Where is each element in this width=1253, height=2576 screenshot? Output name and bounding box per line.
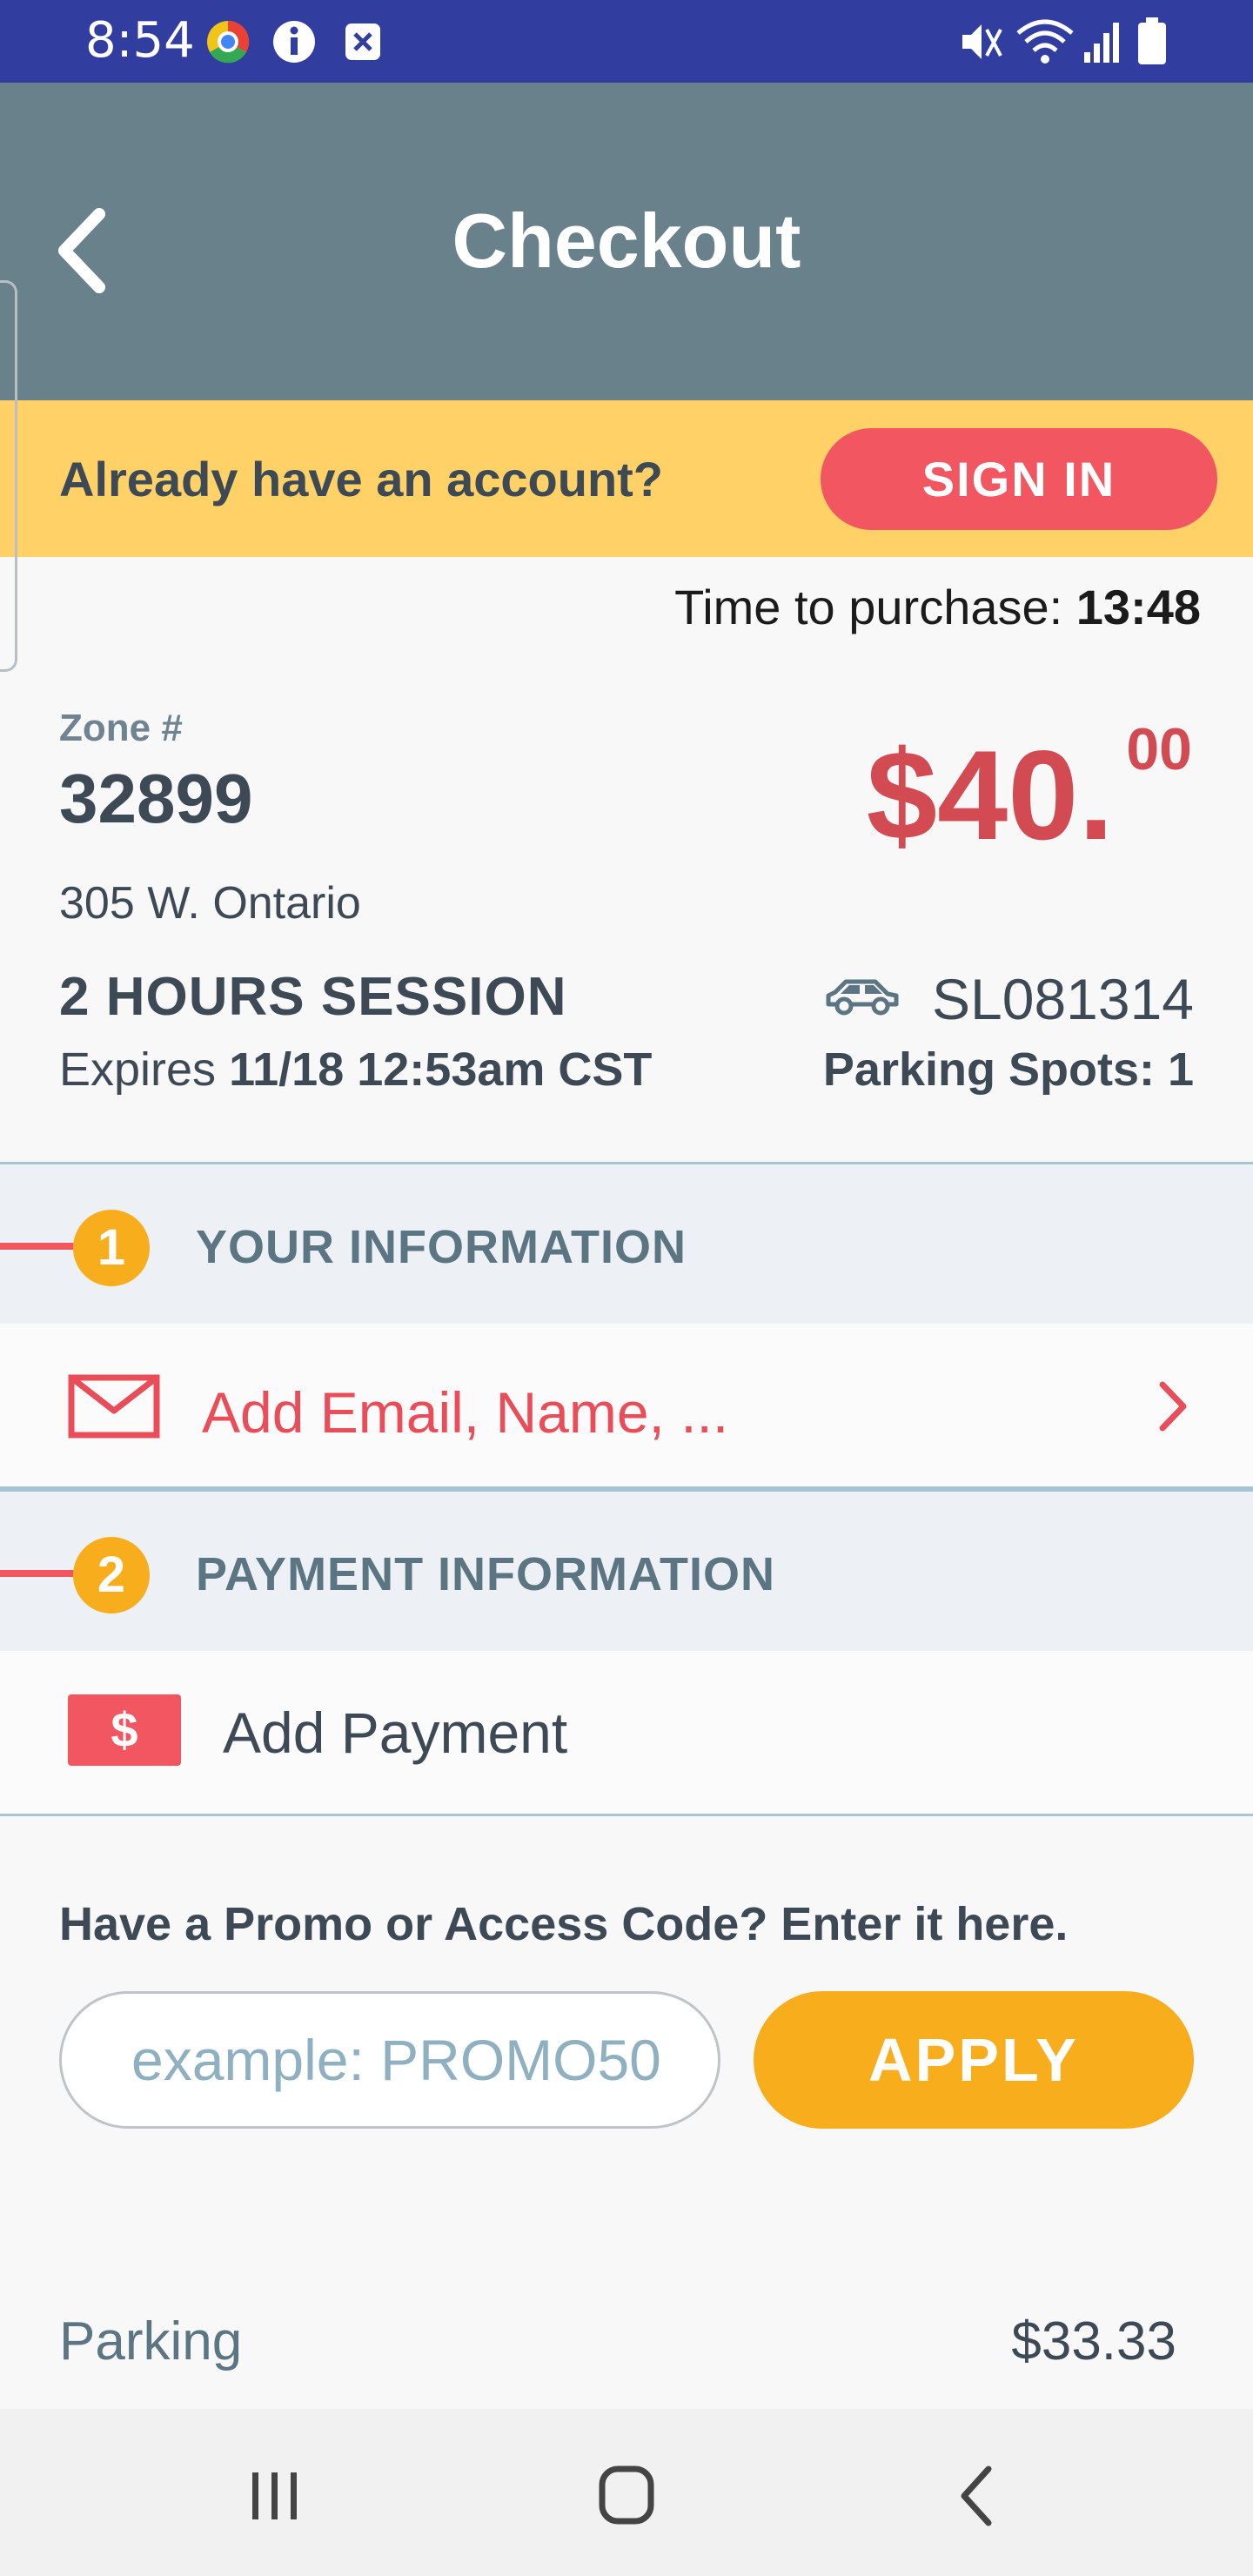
expires-label: Expires — [59, 1043, 217, 1096]
wifi-icon — [1016, 19, 1074, 64]
page-title: Checkout — [452, 198, 801, 284]
chrome-icon — [207, 20, 250, 64]
chevron-left-icon — [58, 208, 105, 293]
chevron-right-icon — [1159, 1381, 1187, 1432]
price-cents: 00 — [1126, 716, 1192, 782]
section-label: YOUR INFORMATION — [196, 1221, 687, 1273]
promo-code-input[interactable] — [59, 1991, 720, 2129]
zone-address: 305 W. Ontario — [59, 878, 361, 929]
promo-question: Have a Promo or Access Code? Enter it he… — [59, 1898, 1069, 1950]
section-line — [0, 1243, 78, 1250]
close-box-icon — [345, 23, 380, 60]
add-payment-label: Add Payment — [223, 1701, 568, 1765]
car-icon — [826, 979, 899, 1016]
recent-apps-button[interactable] — [231, 2457, 318, 2535]
expires-value: 11/18 12:53am CST — [229, 1043, 653, 1096]
add-info-row[interactable]: Add Email, Name, ... — [0, 1324, 1253, 1489]
timer-value: 13:48 — [1075, 580, 1201, 634]
price-main: $40. — [866, 724, 1114, 866]
mute-icon — [962, 24, 1002, 59]
account-banner: Already have an account? SIGN IN — [0, 400, 1253, 557]
app-bar: Checkout — [0, 83, 1253, 400]
signal-icon — [1084, 23, 1119, 63]
dollar-icon: $ — [68, 1694, 181, 1766]
session-expires: Expires 11/18 12:53am CST — [59, 1043, 652, 1097]
purchase-timer: Time to purchase: 13:48 — [674, 579, 1201, 635]
section-number: 1 — [73, 1210, 150, 1286]
account-question: Already have an account? — [59, 452, 664, 506]
info-icon — [273, 21, 315, 63]
system-nav-bar — [0, 2409, 1253, 2576]
section-number: 2 — [73, 1537, 150, 1613]
status-time: 8:54 — [85, 12, 195, 69]
section-line — [0, 1570, 78, 1577]
email-icon — [68, 1374, 160, 1439]
home-button[interactable] — [583, 2457, 670, 2535]
side-panel-handle[interactable] — [0, 280, 17, 672]
parking-spots: Parking Spots: 1 — [822, 1043, 1194, 1096]
status-bar: 8:54 — [0, 0, 1253, 83]
battery-icon — [1138, 17, 1166, 64]
summary-value: $33.33 — [1011, 2311, 1176, 2371]
add-payment-row[interactable]: $ Add Payment — [0, 1651, 1253, 1816]
summary-label: Parking — [59, 2311, 243, 2371]
sign-in-button[interactable]: SIGN IN — [821, 428, 1217, 530]
section-payment-information: 2 PAYMENT INFORMATION — [0, 1489, 1253, 1651]
section-your-information: 1 YOUR INFORMATION — [0, 1162, 1253, 1324]
timer-label: Time to purchase: — [674, 580, 1063, 634]
zone-number: 32899 — [59, 760, 253, 837]
add-info-label: Add Email, Name, ... — [202, 1380, 729, 1445]
zone-label: Zone # — [59, 707, 183, 749]
apply-button[interactable]: APPLY — [754, 1991, 1194, 2129]
vehicle-plate: SL081314 — [932, 967, 1194, 1031]
back-button[interactable] — [49, 207, 127, 294]
system-back-button[interactable] — [935, 2457, 1022, 2535]
section-label: PAYMENT INFORMATION — [196, 1548, 775, 1600]
session-title: 2 HOURS SESSION — [59, 967, 567, 1027]
